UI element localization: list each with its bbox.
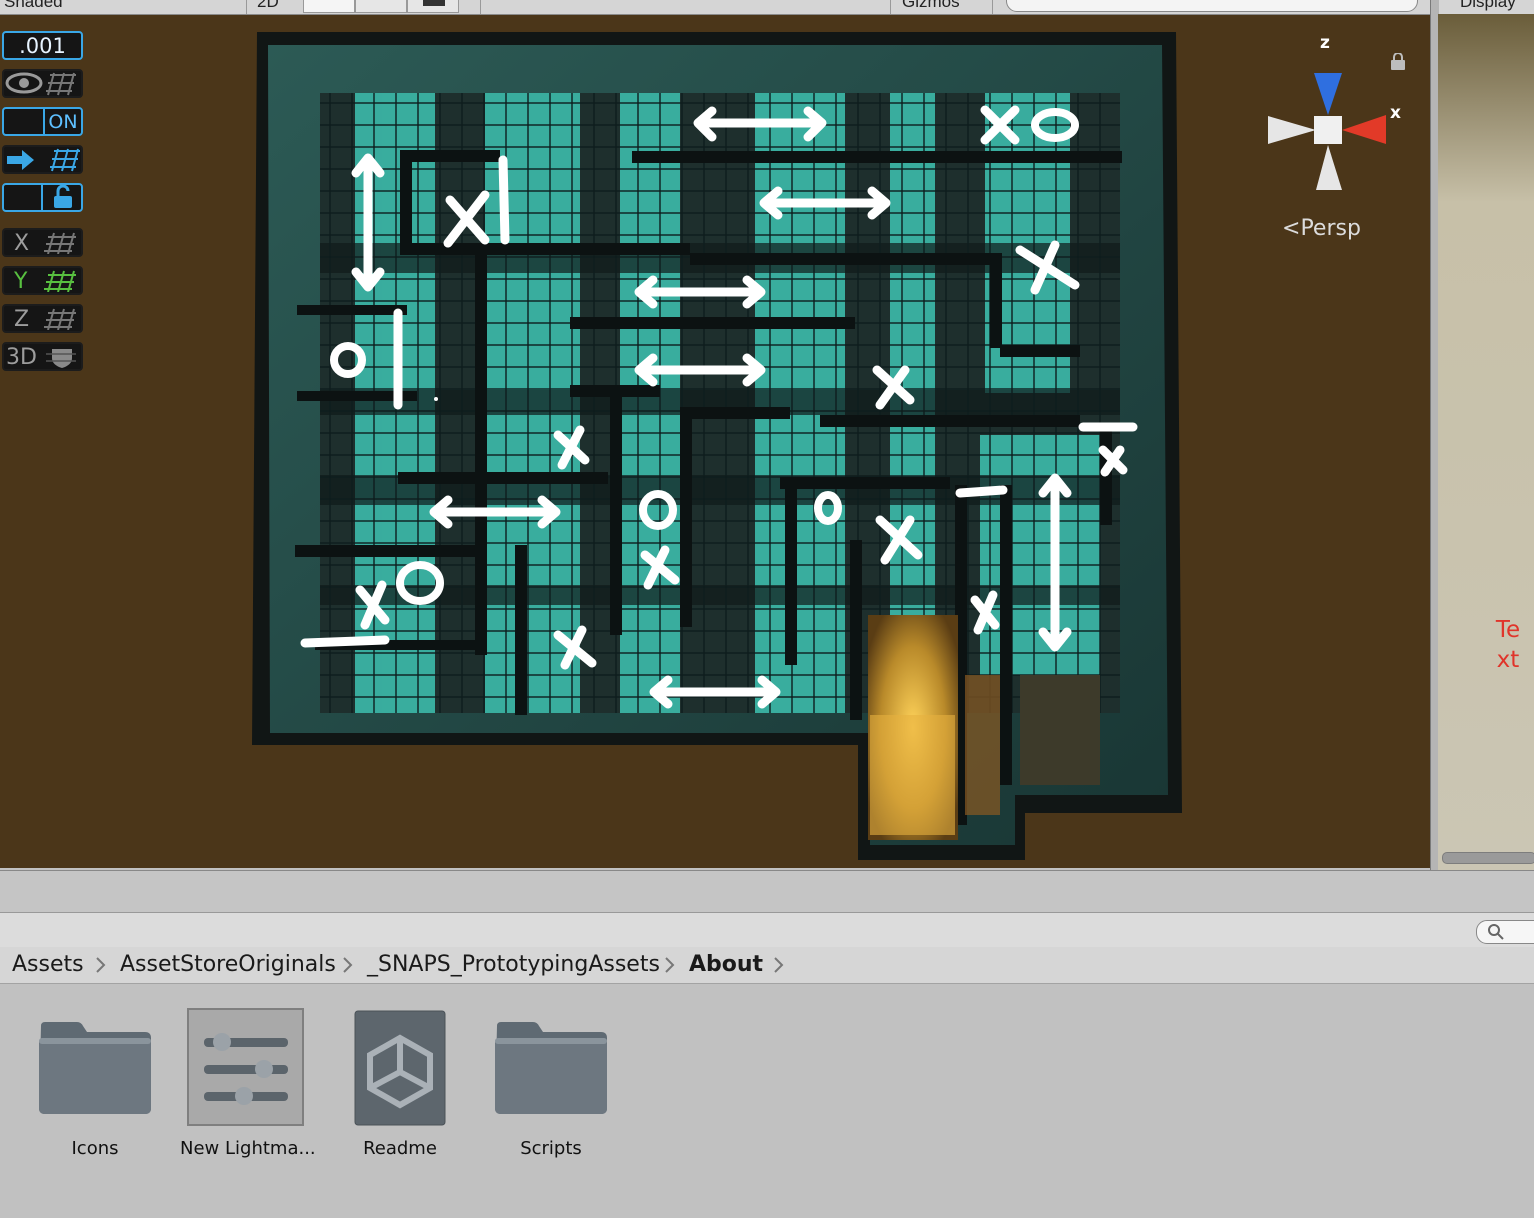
- shield-grid-icon: [46, 349, 76, 368]
- scene-search-field[interactable]: [1006, 0, 1418, 12]
- chevron-right-icon[interactable]: [772, 955, 786, 975]
- gizmo-x-label: x: [1390, 103, 1401, 123]
- folder-icon: [39, 1022, 151, 1114]
- arrow-grid-icon: [7, 148, 80, 172]
- grid-icon: [44, 232, 76, 254]
- snap-axis-z-toggle[interactable]: Z: [2, 304, 83, 333]
- projection-label: Persp: [1300, 216, 1361, 241]
- asset-item-readme[interactable]: Readme: [354, 984, 446, 1184]
- gizmo-z-cone[interactable]: [1314, 73, 1342, 115]
- lighting-toggle-button[interactable]: [303, 0, 355, 13]
- lighting-settings-icon: [204, 1033, 288, 1105]
- breadcrumb-item-assetstoreoriginals[interactable]: AssetStoreOriginals: [120, 952, 336, 977]
- asset-label: Icons: [71, 1138, 119, 1159]
- toolbar-divider: [246, 0, 247, 14]
- breadcrumb-item-assets[interactable]: Assets: [12, 952, 84, 977]
- asset-item-scripts[interactable]: Scripts: [493, 984, 609, 1184]
- snap-lock-toggle[interactable]: [2, 183, 83, 212]
- chevron-left-icon: <: [1282, 216, 1301, 241]
- shading-mode-dropdown[interactable]: Shaded: [4, 0, 63, 12]
- breadcrumb: Assets AssetStoreOriginals _SNAPS_Protot…: [0, 947, 1534, 984]
- snap-3d-toggle[interactable]: 3D: [2, 342, 83, 371]
- scene-toolbar: Shaded 2D Gizmos: [0, 0, 1534, 15]
- game-view-panel[interactable]: [1438, 14, 1534, 870]
- breadcrumb-item-snaps[interactable]: _SNAPS_PrototypingAssets: [367, 952, 660, 977]
- axis-z-label: Z: [14, 307, 30, 332]
- toolbar-divider: [480, 0, 481, 14]
- gizmo-neg-y-cone[interactable]: [1316, 145, 1342, 190]
- game-view-text-line1: Te: [1495, 617, 1521, 643]
- snap-on-label: ON: [43, 109, 81, 134]
- level-map-render: [252, 32, 1182, 860]
- grid-icon: [44, 270, 76, 292]
- asset-item-icons[interactable]: Icons: [37, 984, 153, 1184]
- orientation-gizmo[interactable]: [1260, 45, 1410, 195]
- snap-value-text: .001: [19, 34, 66, 58]
- mode-3d-label: 3D: [6, 345, 37, 370]
- snap-axis-x-toggle[interactable]: X: [2, 228, 83, 257]
- effects-icon: [423, 0, 445, 6]
- asset-label: Readme: [363, 1138, 437, 1159]
- folder-icon: [495, 1022, 607, 1114]
- chevron-right-icon: [96, 957, 106, 973]
- 2d-toggle-button[interactable]: 2D: [257, 0, 279, 12]
- grid-icon: [44, 308, 76, 330]
- breadcrumb-item-about[interactable]: About: [689, 952, 763, 977]
- scene-view[interactable]: .001 ON X Y Z 3D z x <Persp: [0, 15, 1430, 868]
- display-dropdown[interactable]: Display: [1460, 0, 1516, 12]
- gizmo-neg-x-cone[interactable]: [1268, 116, 1316, 144]
- gizmo-lock-icon[interactable]: [1390, 53, 1406, 71]
- snap-visibility-toggle[interactable]: [2, 69, 83, 98]
- lock-icon: [41, 184, 72, 210]
- axis-y-label: Y: [14, 269, 28, 294]
- unity-logo-icon: [354, 1010, 446, 1126]
- chevron-right-icon: [343, 957, 353, 973]
- projection-toggle[interactable]: <Persp: [1282, 216, 1361, 241]
- eye-grid-icon: [5, 72, 76, 96]
- toolbar-divider: [890, 0, 891, 14]
- axis-x-label: X: [14, 231, 30, 256]
- asset-label: Scripts: [520, 1138, 582, 1159]
- toolbar-divider: [992, 0, 993, 14]
- search-icon: [1488, 924, 1504, 940]
- audio-toggle-button[interactable]: [355, 0, 407, 13]
- snap-enable-toggle[interactable]: ON: [2, 107, 83, 136]
- asset-item-lighting-settings[interactable]: New Lightma...: [180, 984, 316, 1184]
- game-view-text-line2: xt: [1496, 647, 1520, 673]
- asset-grid: Icons New Lightma... Readme Scripts: [0, 984, 1534, 1218]
- game-view-text: Te xt: [1486, 615, 1530, 675]
- chevron-right-icon: [665, 957, 675, 973]
- gizmo-center-cube[interactable]: [1314, 116, 1342, 144]
- snap-axis-y-toggle[interactable]: Y: [2, 266, 83, 295]
- gizmos-dropdown[interactable]: Gizmos: [902, 0, 960, 12]
- snap-move-toggle[interactable]: [2, 145, 83, 174]
- window-divider: [0, 870, 1534, 913]
- horizontal-scrollbar[interactable]: [1442, 852, 1534, 864]
- effects-toggle-button[interactable]: [407, 0, 459, 13]
- gizmo-x-cone[interactable]: [1342, 115, 1386, 144]
- gizmo-z-label: z: [1320, 33, 1330, 53]
- project-toolbar: [0, 912, 1534, 948]
- asset-label: New Lightma...: [180, 1138, 316, 1159]
- project-search-field[interactable]: [1476, 920, 1534, 944]
- snap-value-field[interactable]: .001: [2, 31, 83, 60]
